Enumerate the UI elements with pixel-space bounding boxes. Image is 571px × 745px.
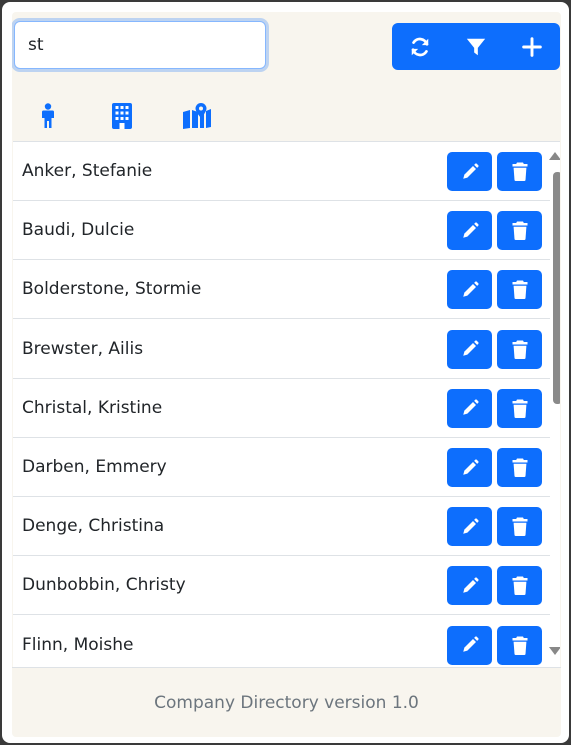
- refresh-icon: [411, 37, 429, 56]
- trash-icon: [512, 576, 527, 596]
- trash-icon: [512, 340, 527, 359]
- edit-button[interactable]: [447, 566, 492, 606]
- person-name: Dunbobbin, Christy: [22, 575, 186, 596]
- building-icon: [112, 103, 132, 129]
- person-name: Baudi, Dulcie: [22, 220, 135, 241]
- tab-locations[interactable]: [172, 90, 222, 142]
- list-item[interactable]: Flinn, Moishe: [13, 615, 550, 667]
- personnel-list: Anker, Stefanie Baudi, Dulcie Bolderstone,…: [13, 141, 560, 667]
- footer: Company Directory version 1.0: [12, 667, 561, 737]
- pencil-icon: [462, 518, 479, 534]
- edit-button[interactable]: [447, 211, 492, 251]
- pencil-icon: [462, 281, 479, 297]
- delete-button[interactable]: [497, 566, 542, 606]
- pencil-icon: [462, 222, 479, 238]
- trash-icon: [512, 280, 527, 300]
- person-name: Darben, Emmery: [22, 457, 167, 477]
- refresh-button[interactable]: [392, 23, 448, 70]
- app-window: Anker, Stefanie Baudi, Dulcie Bolderstone,…: [2, 2, 569, 743]
- delete-button[interactable]: [497, 211, 542, 251]
- search-input[interactable]: [14, 21, 266, 69]
- delete-button[interactable]: [497, 152, 542, 191]
- pencil-icon: [462, 340, 479, 356]
- trash-icon: [512, 517, 527, 537]
- list-item[interactable]: Anker, Stefanie: [13, 142, 550, 201]
- edit-button[interactable]: [447, 152, 492, 191]
- list-item[interactable]: Baudi, Dulcie: [13, 201, 550, 261]
- pencil-icon: [462, 399, 479, 416]
- trash-icon: [512, 458, 527, 477]
- person-name: Brewster, Ailis: [22, 338, 144, 359]
- tab-departments[interactable]: [97, 90, 147, 142]
- map-location-icon: [183, 103, 211, 129]
- list-item[interactable]: Darben, Emmery: [13, 438, 550, 497]
- edit-button[interactable]: [447, 270, 492, 310]
- toolbar-button-group: [392, 23, 560, 70]
- trash-icon: [512, 399, 527, 418]
- pencil-icon: [462, 162, 479, 179]
- delete-button[interactable]: [497, 270, 542, 310]
- delete-button[interactable]: [497, 507, 542, 547]
- pencil-icon: [462, 458, 479, 475]
- person-name: Anker, Stefanie: [22, 161, 153, 181]
- pencil-icon: [462, 636, 479, 652]
- delete-button[interactable]: [497, 625, 542, 665]
- person-name: Flinn, Moishe: [22, 634, 134, 655]
- scroll-up-arrow[interactable]: [549, 152, 560, 160]
- footer-text: Company Directory version 1.0: [154, 692, 419, 713]
- trash-icon: [512, 162, 527, 181]
- list-item[interactable]: Christal, Kristine: [13, 378, 550, 438]
- scroll-down-arrow[interactable]: [549, 647, 560, 655]
- plus-icon: [522, 36, 542, 57]
- edit-button[interactable]: [447, 388, 492, 428]
- directory-tabs: [14, 90, 560, 142]
- pencil-icon: [462, 577, 479, 593]
- filter-button[interactable]: [448, 23, 504, 70]
- list-item[interactable]: Dunbobbin, Christy: [13, 556, 550, 616]
- list-item[interactable]: Brewster, Ailis: [13, 319, 550, 379]
- trash-icon: [512, 221, 527, 241]
- add-button[interactable]: [504, 23, 560, 70]
- trash-icon: [512, 636, 527, 655]
- edit-button[interactable]: [447, 507, 492, 547]
- list-item[interactable]: Denge, Christina: [13, 497, 550, 557]
- scroll-thumb[interactable]: [553, 172, 560, 404]
- list-item[interactable]: Bolderstone, Stormie: [13, 260, 550, 320]
- edit-button[interactable]: [447, 329, 492, 369]
- delete-button[interactable]: [497, 329, 542, 369]
- list-scrollbar[interactable]: [549, 142, 560, 667]
- person-name: Christal, Kristine: [22, 397, 163, 418]
- directory-panel: Anker, Stefanie Baudi, Dulcie Bolderstone,…: [12, 12, 561, 737]
- delete-button[interactable]: [497, 448, 542, 487]
- filter-icon: [466, 38, 486, 55]
- person-name: Denge, Christina: [22, 516, 165, 537]
- person-icon: [42, 103, 54, 128]
- person-name: Bolderstone, Stormie: [22, 279, 202, 300]
- edit-button[interactable]: [447, 448, 492, 487]
- delete-button[interactable]: [497, 388, 542, 428]
- tab-personnel[interactable]: [23, 90, 73, 142]
- edit-button[interactable]: [447, 625, 492, 665]
